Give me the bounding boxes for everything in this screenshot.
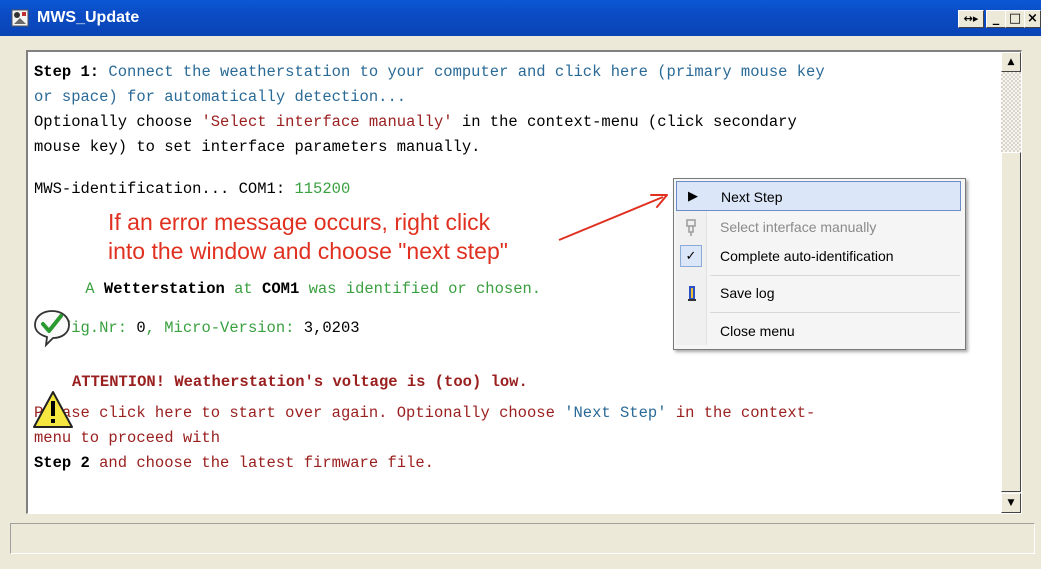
ident-end: was identified or chosen. — [299, 280, 542, 298]
please-text: Please click here to start over again. O… — [34, 404, 565, 422]
menu-item-auto-identification[interactable]: ✓ Complete auto-identification — [676, 241, 961, 271]
menu-item-label: Select interface manually — [720, 219, 877, 235]
config-value: 0 — [136, 319, 146, 337]
config-line: Config.Nr: 0, Micro-Version: 3,0203 — [34, 316, 360, 341]
baud-rate: 115200 — [294, 180, 351, 198]
menu-item-select-interface[interactable]: Select interface manually — [676, 212, 961, 242]
context-menu: ▶ Next Step Select interface manually ✓ … — [673, 178, 966, 350]
next-step-link: 'Next Step' — [564, 404, 667, 422]
app-window: MWS_Update ↔▸ _ □ × Step 1: Connect the … — [0, 0, 1041, 569]
menu-item-label: Next Step — [721, 189, 783, 205]
step2-label: Step 2 — [34, 454, 90, 472]
minimize-button[interactable]: _ — [986, 10, 1006, 28]
micro-value: 3,0203 — [303, 319, 360, 337]
menu-item-label: Complete auto-identification — [720, 248, 894, 264]
scroll-track[interactable] — [1001, 72, 1021, 152]
please-line[interactable]: Please click here to start over again. O… — [34, 401, 815, 426]
step1-text: Connect the weatherstation to your compu… — [99, 63, 825, 81]
plug-icon — [681, 216, 703, 238]
special-arrows-button[interactable]: ↔▸ — [958, 10, 984, 28]
step1-line-2: or space) for automatically detection... — [34, 88, 407, 106]
mws-identification-label: MWS-identification... COM1: — [34, 180, 295, 198]
warning-icon — [33, 391, 73, 428]
annotation-arrow — [558, 194, 668, 241]
optional-text-end: in the context-menu (click secondary — [452, 113, 797, 131]
scroll-down-button[interactable]: ▼ — [1001, 493, 1021, 513]
ident-a: A — [76, 280, 104, 298]
ident-at: at — [224, 280, 263, 298]
station-port: COM1 — [262, 280, 300, 298]
attention-line: ATTENTION! Weatherstation's voltage is (… — [72, 373, 528, 391]
step1-label: Step 1: — [34, 63, 100, 81]
scroll-up-button[interactable]: ▲ — [1001, 52, 1021, 72]
success-check-icon — [34, 310, 70, 348]
title-bar[interactable]: MWS_Update ↔▸ _ □ × — [0, 0, 1041, 36]
status-bar — [10, 523, 1035, 554]
menu-item-label: Save log — [720, 285, 775, 301]
please-text-end: in the context- — [666, 404, 816, 422]
mws-identification-line: MWS-identification... COM1: 115200 — [34, 177, 350, 202]
window-title: MWS_Update — [37, 9, 140, 26]
save-log-icon — [681, 282, 703, 304]
select-interface-link: 'Select interface manually' — [201, 113, 453, 131]
optional-text: Optionally choose — [34, 113, 202, 131]
optional-line-1: Optionally choose 'Select interface manu… — [34, 110, 797, 135]
menu-item-close-menu[interactable]: Close menu — [676, 316, 961, 346]
station-name: Wetterstation — [103, 280, 225, 298]
identified-line: A Wetterstation at COM1 was identified o… — [76, 277, 541, 302]
micro-label: , Micro-Version: — [145, 319, 304, 337]
close-button[interactable]: × — [1024, 10, 1041, 28]
vertical-scrollbar[interactable]: ▲ ▼ — [1001, 52, 1021, 513]
step2-line: Step 2 and choose the latest firmware fi… — [34, 451, 434, 476]
menu-item-save-log[interactable]: Save log — [676, 278, 961, 308]
menu-separator — [710, 275, 960, 276]
menu-separator — [710, 312, 960, 313]
step2-text: and choose the latest firmware file. — [89, 454, 434, 472]
app-icon — [11, 9, 29, 27]
optional-line-2: mouse key) to set interface parameters m… — [34, 138, 481, 156]
checkmark-icon: ✓ — [680, 245, 702, 267]
menu-item-label: Close menu — [720, 323, 795, 339]
step1-line-1: Step 1: Connect the weatherstation to yo… — [34, 60, 825, 85]
scroll-thumb[interactable] — [1001, 152, 1021, 492]
menu-item-next-step[interactable]: ▶ Next Step — [676, 181, 961, 211]
play-arrow-icon: ▶ — [688, 189, 698, 204]
maximize-button[interactable]: □ — [1005, 10, 1025, 28]
annotation-line-1: If an error message occurs, right click — [108, 209, 491, 235]
annotation-line-2: into the window and choose "next step" — [108, 238, 508, 264]
